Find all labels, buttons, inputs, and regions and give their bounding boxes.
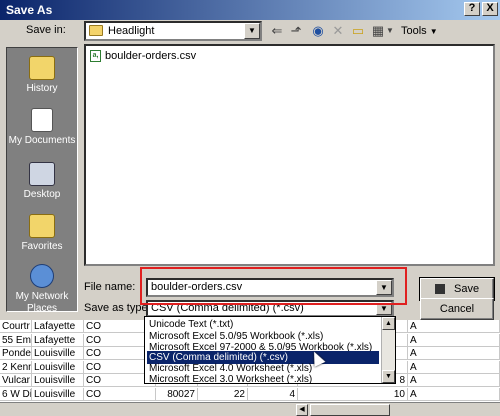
- place-desktop-label: Desktop: [23, 189, 61, 200]
- delete-icon[interactable]: ✕: [327, 21, 349, 41]
- close-button[interactable]: X: [482, 2, 498, 16]
- table-cell[interactable]: Courtr: [0, 320, 32, 333]
- places-bar: History My Documents Desktop Favorites M…: [6, 47, 78, 315]
- scroll-down-icon[interactable]: ▼: [382, 370, 395, 383]
- list-item[interactable]: a, boulder-orders.csv: [86, 46, 286, 66]
- place-network[interactable]: My Network Places: [7, 264, 77, 315]
- tools-chevron-icon: ▼: [429, 27, 438, 36]
- table-cell[interactable]: A: [408, 333, 500, 347]
- scroll-thumb[interactable]: [310, 404, 390, 416]
- my-documents-icon: [31, 108, 53, 132]
- table-cell[interactable]: A: [408, 360, 500, 374]
- place-history[interactable]: History: [7, 56, 77, 95]
- dropdown-option[interactable]: Microsoft Excel 3.0 Worksheet (*.xls): [147, 373, 379, 383]
- table-cell[interactable]: 4: [248, 387, 298, 401]
- table-cell[interactable]: A: [408, 374, 500, 387]
- save-button[interactable]: Save: [419, 277, 495, 301]
- history-icon: [29, 56, 55, 80]
- file-list[interactable]: a, boulder-orders.csv: [84, 44, 495, 266]
- table-cell[interactable]: 2 Kenn: [0, 360, 32, 374]
- table-cell[interactable]: Louisville: [32, 347, 84, 360]
- help-button[interactable]: ?: [464, 2, 480, 16]
- desktop-icon: [29, 162, 55, 186]
- table-cell[interactable]: A: [408, 387, 500, 401]
- place-my-documents[interactable]: My Documents: [7, 108, 77, 147]
- table-cell[interactable]: 10: [298, 387, 408, 401]
- table-cell[interactable]: Louisville: [32, 374, 84, 387]
- search-web-icon[interactable]: ◉: [307, 21, 329, 41]
- scroll-left-icon[interactable]: ◀: [296, 404, 308, 416]
- csv-file-icon: a,: [90, 50, 101, 62]
- save-in-folder: Headlight: [108, 25, 155, 37]
- file-name-text: boulder-orders.csv: [105, 50, 197, 62]
- table-cell[interactable]: 55 Em: [0, 333, 32, 347]
- table-cell[interactable]: 6 W Di: [0, 387, 32, 401]
- place-network-label: My Network Places: [15, 291, 69, 314]
- place-favorites[interactable]: Favorites: [7, 214, 77, 253]
- table-cell[interactable]: A: [408, 320, 500, 333]
- save-in-combo[interactable]: Headlight ▼: [84, 21, 262, 41]
- table-cell[interactable]: Vulcar: [0, 374, 32, 387]
- save-in-label: Save in:: [26, 24, 66, 36]
- window-title: Save As: [6, 3, 53, 17]
- chevron-down-icon[interactable]: ▼: [244, 23, 260, 39]
- table-cell[interactable]: 80027: [156, 387, 198, 401]
- place-desktop[interactable]: Desktop: [7, 162, 77, 201]
- cancel-button-label: Cancel: [439, 303, 475, 315]
- up-folder-icon[interactable]: ⬏: [285, 21, 307, 41]
- favorites-icon: [29, 214, 55, 238]
- place-history-label: History: [26, 83, 58, 94]
- scroll-up-icon[interactable]: ▲: [382, 317, 395, 330]
- file-name-label: File name:: [84, 281, 136, 293]
- tools-menu[interactable]: Tools ▼: [401, 25, 438, 37]
- table-cell[interactable]: 22: [198, 387, 248, 401]
- table-cell[interactable]: CO: [84, 387, 156, 401]
- sheet-horizontal-scrollbar[interactable]: ◀: [0, 402, 500, 416]
- dropdown-scrollbar[interactable]: ▲ ▼: [381, 317, 395, 383]
- new-folder-icon[interactable]: ▭: [347, 21, 369, 41]
- table-cell[interactable]: Lafayette: [32, 333, 84, 347]
- table-cell[interactable]: Ponde: [0, 347, 32, 360]
- highlight-box: [140, 267, 407, 305]
- tools-label: Tools: [401, 25, 427, 37]
- cancel-button[interactable]: Cancel: [420, 298, 494, 320]
- table-cell[interactable]: Lafayette: [32, 320, 84, 333]
- folder-icon: [89, 25, 103, 36]
- save-disk-icon: [434, 284, 445, 295]
- save-as-type-dropdown[interactable]: Unicode Text (*.txt) Microsoft Excel 5.0…: [144, 316, 396, 384]
- views-chevron-icon[interactable]: ▼: [384, 21, 396, 41]
- title-bar: Save As ? X: [0, 0, 500, 20]
- save-button-label: Save: [453, 283, 480, 295]
- network-places-icon: [30, 264, 54, 288]
- table-cell[interactable]: Louisville: [32, 360, 84, 374]
- place-my-documents-label: My Documents: [8, 135, 76, 146]
- table-cell[interactable]: A: [408, 347, 500, 360]
- table-cell[interactable]: Louisville: [32, 387, 84, 401]
- place-favorites-label: Favorites: [21, 241, 63, 252]
